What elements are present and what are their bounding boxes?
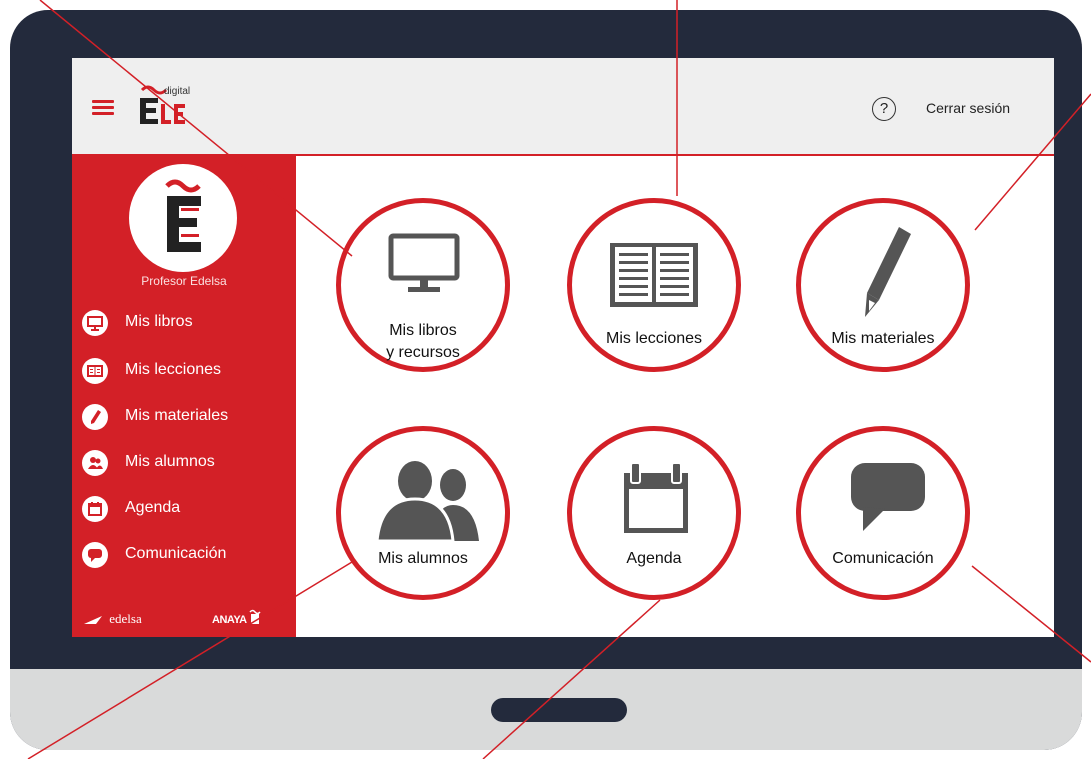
edelsa-logo: edelsa — [84, 611, 142, 627]
chat-icon — [82, 542, 108, 568]
tile-lecciones[interactable]: Mis lecciones — [567, 198, 741, 372]
tile-agenda[interactable]: Agenda — [567, 426, 741, 600]
calendar-icon — [82, 496, 108, 522]
anaya-logo: ANAYA — [212, 609, 261, 626]
sidebar-item-label: Mis materiales — [125, 407, 229, 424]
sidebar-item-lecciones[interactable]: Mis lecciones — [82, 356, 292, 386]
logo-caption: digital — [164, 86, 191, 97]
tile-label: Mis lecciones — [605, 330, 703, 347]
sidebar-item-label: Mis libros — [125, 313, 193, 330]
tile-label-line2: y recursos — [386, 344, 460, 361]
hamburger-menu-icon[interactable] — [92, 100, 114, 116]
anaya-logo-text: ANAYA — [212, 614, 247, 626]
sidebar-item-label: Mis lecciones — [125, 361, 222, 378]
logout-link[interactable]: Cerrar sesión — [926, 100, 1010, 116]
help-icon[interactable]: ? — [872, 97, 896, 121]
avatar — [129, 164, 237, 272]
device-notch — [491, 698, 627, 722]
tile-label: Mis materiales — [831, 330, 935, 347]
tile-libros-recursos[interactable]: Mis libros y recursos — [336, 198, 510, 372]
users-icon — [375, 461, 479, 543]
tile-alumnos[interactable]: Mis alumnos — [336, 426, 510, 600]
app-logo: digital — [134, 76, 224, 132]
tile-materiales[interactable]: Mis materiales — [796, 198, 970, 372]
tile-comunicacion[interactable]: Comunicación — [796, 426, 970, 600]
users-icon — [82, 450, 108, 476]
sidebar-item-materiales[interactable]: Mis materiales — [82, 402, 292, 432]
tile-label: Mis alumnos — [378, 550, 468, 567]
top-bar: digital ? Cerrar sesión — [72, 58, 1054, 156]
monitor-icon — [388, 233, 460, 292]
tile-label: Agenda — [626, 550, 682, 567]
sidebar-item-comunicacion[interactable]: Comunicación — [82, 540, 292, 570]
calendar-icon — [624, 462, 688, 533]
profile-name: Profesor Edelsa — [141, 274, 227, 288]
pencil-icon — [865, 227, 911, 317]
pencil-icon — [82, 404, 108, 430]
chat-icon — [851, 463, 925, 531]
sidebar: Profesor Edelsa Mis libros Mis lecciones… — [72, 156, 296, 637]
monitor-icon — [82, 310, 108, 336]
book-icon — [610, 243, 698, 307]
sidebar-item-alumnos[interactable]: Mis alumnos — [82, 448, 292, 478]
tile-label: Mis libros — [389, 322, 457, 339]
tile-label: Comunicación — [832, 550, 934, 567]
sidebar-item-libros[interactable]: Mis libros — [82, 308, 292, 338]
app-screen: digital ? Cerrar sesión Profesor Edelsa … — [72, 58, 1054, 637]
sidebar-item-label: Mis alumnos — [125, 453, 215, 470]
book-icon — [82, 358, 108, 384]
edelsa-logo-text: edelsa — [109, 611, 142, 626]
sidebar-item-label: Agenda — [125, 499, 181, 516]
sidebar-item-agenda[interactable]: Agenda — [82, 494, 292, 524]
sidebar-item-label: Comunicación — [125, 545, 227, 562]
